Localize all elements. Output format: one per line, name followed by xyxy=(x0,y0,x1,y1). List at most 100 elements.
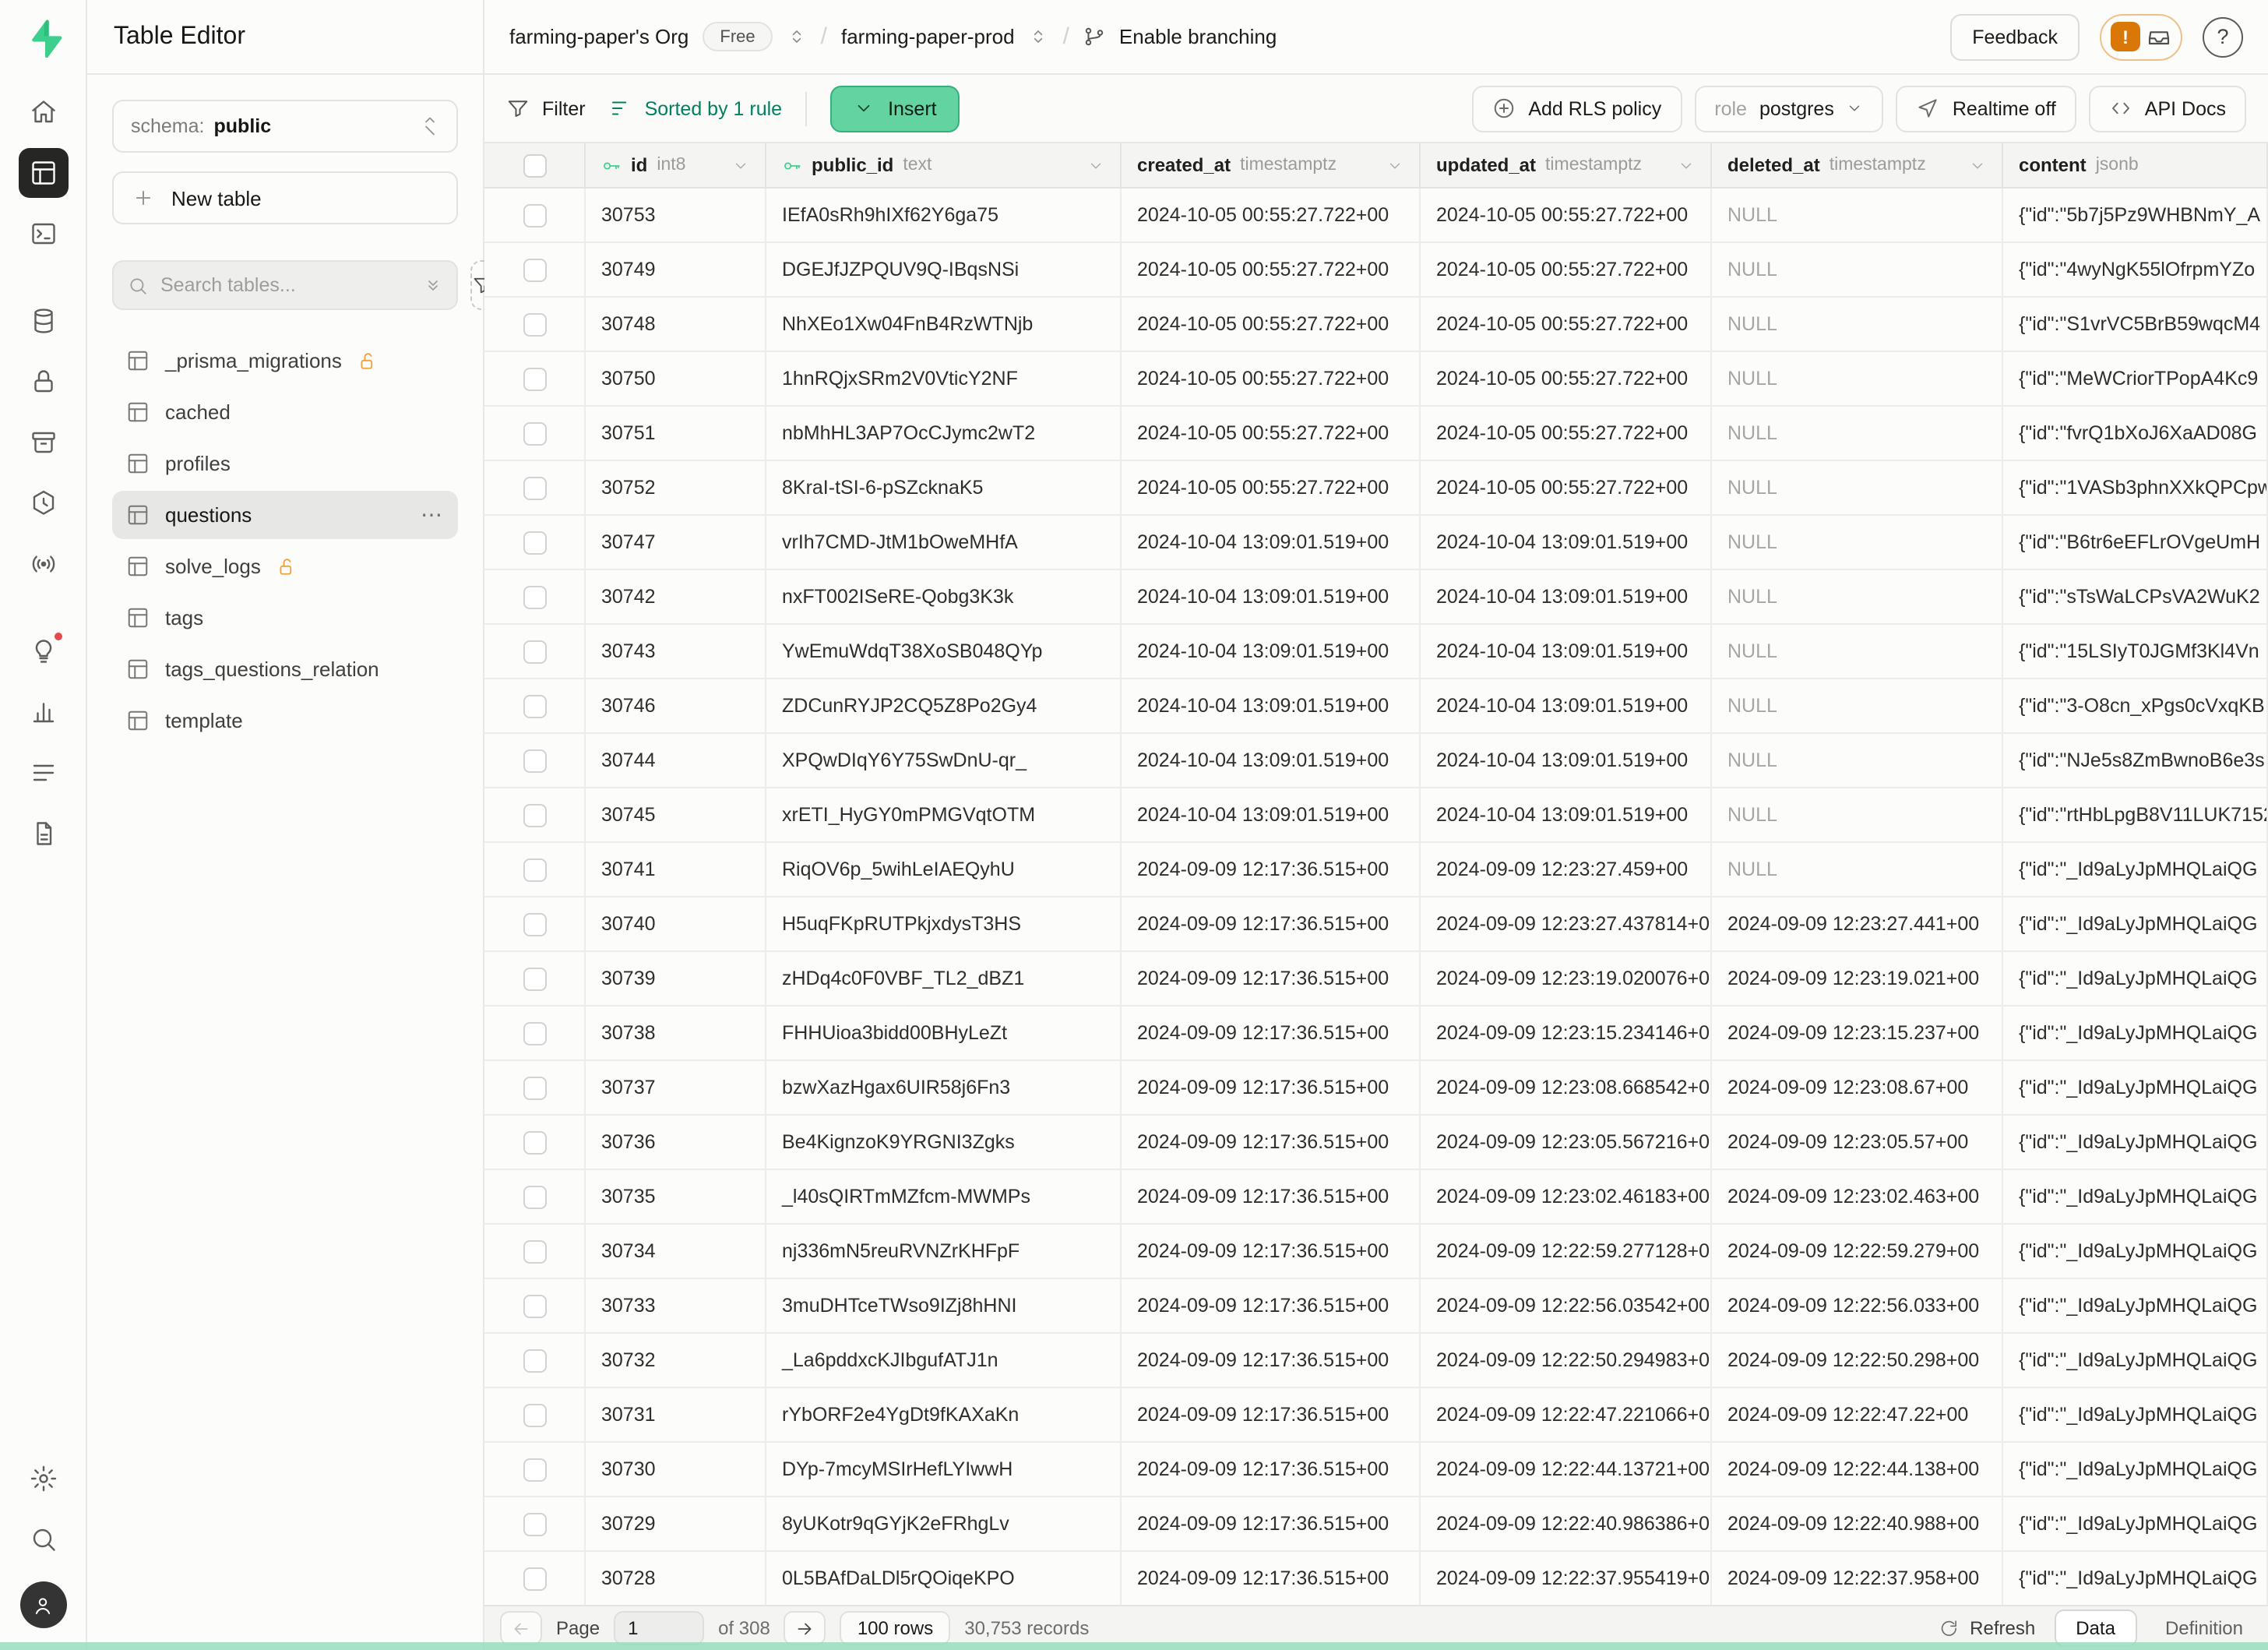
cell-public_id[interactable]: xrETI_HyGY0mPMGVqtOTM xyxy=(766,788,1122,841)
table-row[interactable]: 30743YwEmuWdqT38XoSB048QYp2024-10-04 13:… xyxy=(484,625,2268,679)
cell-public_id[interactable]: nbMhHL3AP7OcCJymc2wT2 xyxy=(766,407,1122,460)
row-checkbox[interactable] xyxy=(523,1076,546,1099)
cell-public_id[interactable]: NhXEo1Xw04FnB4RzWTNjb xyxy=(766,298,1122,351)
cell-public_id[interactable]: DGEJfJZPQUV9Q-IBqsNSi xyxy=(766,243,1122,296)
cell-content[interactable]: {"id":"1VASb3phnXXkQPCpw xyxy=(2003,461,2268,514)
table-list-item-profiles[interactable]: profiles xyxy=(112,439,458,488)
cell-id[interactable]: 30735 xyxy=(586,1170,766,1223)
row-checkbox[interactable] xyxy=(523,1403,546,1426)
home-icon[interactable] xyxy=(18,87,68,137)
cell-id[interactable]: 30742 xyxy=(586,570,766,623)
cell-content[interactable]: {"id":"_Id9aLyJpMHQLaiQG xyxy=(2003,1116,2268,1169)
cell-deleted_at[interactable]: NULL xyxy=(1712,461,2003,514)
breadcrumb-project[interactable]: farming-paper-prod xyxy=(841,25,1015,48)
table-row[interactable]: 307333muDHTceTWso9IZj8hHNI2024-09-09 12:… xyxy=(484,1279,2268,1334)
rows-per-page-button[interactable]: 100 rows xyxy=(840,1611,950,1645)
cell-updated_at[interactable]: 2024-09-09 12:23:08.668542+00 xyxy=(1421,1061,1712,1114)
cell-deleted_at[interactable]: 2024-09-09 12:23:15.237+00 xyxy=(1712,1007,2003,1059)
next-page-button[interactable] xyxy=(784,1611,826,1645)
column-menu-icon[interactable] xyxy=(1678,157,1695,174)
row-checkbox[interactable] xyxy=(523,367,546,390)
table-list-item-tags[interactable]: tags xyxy=(112,594,458,642)
cell-content[interactable]: {"id":"rtHbLpgB8V11LUK7152 xyxy=(2003,788,2268,841)
cell-updated_at[interactable]: 2024-09-09 12:22:56.03542+00 xyxy=(1421,1279,1712,1332)
cell-id[interactable]: 30729 xyxy=(586,1497,766,1550)
row-checkbox[interactable] xyxy=(523,476,546,499)
enable-branching-button[interactable]: Enable branching xyxy=(1083,25,1277,48)
prev-page-button[interactable] xyxy=(500,1611,542,1645)
realtime-toggle-button[interactable]: Realtime off xyxy=(1896,85,2076,132)
row-checkbox[interactable] xyxy=(523,858,546,881)
cell-public_id[interactable]: zHDq4c0F0VBF_TL2_dBZ1 xyxy=(766,952,1122,1005)
table-row[interactable]: 30740H5uqFKpRUTPkjxdysT3HS2024-09-09 12:… xyxy=(484,897,2268,952)
cell-id[interactable]: 30752 xyxy=(586,461,766,514)
cell-content[interactable]: {"id":"3-O8cn_xPgs0cVxqKB xyxy=(2003,679,2268,732)
cell-created_at[interactable]: 2024-09-09 12:17:36.515+00 xyxy=(1122,1388,1421,1441)
cell-created_at[interactable]: 2024-09-09 12:17:36.515+00 xyxy=(1122,1061,1421,1114)
row-checkbox[interactable] xyxy=(523,1239,546,1263)
cell-public_id[interactable]: 8KraI-tSI-6-pSZcknaK5 xyxy=(766,461,1122,514)
cell-id[interactable]: 30750 xyxy=(586,352,766,405)
table-editor-icon[interactable] xyxy=(18,148,68,198)
cell-id[interactable]: 30743 xyxy=(586,625,766,678)
table-row[interactable]: 30735_l40sQIRTmMZfcm-MWMPs2024-09-09 12:… xyxy=(484,1170,2268,1225)
cell-updated_at[interactable]: 2024-10-04 13:09:01.519+00 xyxy=(1421,516,1712,569)
cell-deleted_at[interactable]: 2024-09-09 12:22:44.138+00 xyxy=(1712,1443,2003,1496)
cell-created_at[interactable]: 2024-09-09 12:17:36.515+00 xyxy=(1122,843,1421,896)
table-row[interactable]: 30748NhXEo1Xw04FnB4RzWTNjb2024-10-05 00:… xyxy=(484,298,2268,352)
table-row[interactable]: 30751nbMhHL3AP7OcCJymc2wT22024-10-05 00:… xyxy=(484,407,2268,461)
table-row[interactable]: 307298yUKotr9qGYjK2eFRhgLv2024-09-09 12:… xyxy=(484,1497,2268,1552)
row-checkbox[interactable] xyxy=(523,967,546,990)
table-row[interactable]: 30746ZDCunRYJP2CQ5Z8Po2Gy42024-10-04 13:… xyxy=(484,679,2268,734)
row-checkbox[interactable] xyxy=(523,258,546,281)
cell-public_id[interactable]: vrIh7CMD-JtM1bOweMHfA xyxy=(766,516,1122,569)
cell-public_id[interactable]: Be4KignzoK9YRGNI3Zgks xyxy=(766,1116,1122,1169)
table-row[interactable]: 30753IEfA0sRh9hIXf62Y6ga752024-10-05 00:… xyxy=(484,189,2268,243)
storage-icon[interactable] xyxy=(18,418,68,467)
cell-deleted_at[interactable]: NULL xyxy=(1712,352,2003,405)
supabase-logo[interactable] xyxy=(23,19,63,59)
row-checkbox[interactable] xyxy=(523,203,546,227)
chevrons-updown-icon[interactable] xyxy=(1029,26,1049,47)
tab-definition[interactable]: Definition xyxy=(2156,1617,2252,1639)
table-row[interactable]: 30734nj336mN5reuRVNZrKHFpF2024-09-09 12:… xyxy=(484,1225,2268,1279)
cell-public_id[interactable]: rYbORF2e4YgDt9fKAXaKn xyxy=(766,1388,1122,1441)
table-row[interactable]: 30745xrETI_HyGY0mPMGVqtOTM2024-10-04 13:… xyxy=(484,788,2268,843)
cell-created_at[interactable]: 2024-09-09 12:17:36.515+00 xyxy=(1122,1552,1421,1605)
column-menu-icon[interactable] xyxy=(1386,157,1403,174)
cell-updated_at[interactable]: 2024-09-09 12:23:02.46183+00 xyxy=(1421,1170,1712,1223)
table-row[interactable]: 30741RiqOV6p_5wihLeIAEQyhU2024-09-09 12:… xyxy=(484,843,2268,897)
sql-editor-icon[interactable] xyxy=(18,209,68,259)
row-checkbox[interactable] xyxy=(523,1458,546,1481)
cell-public_id[interactable]: 3muDHTceTWso9IZj8hHNI xyxy=(766,1279,1122,1332)
column-menu-icon[interactable] xyxy=(1969,157,1986,174)
table-row[interactable]: 307501hnRQjxSRm2V0VticY2NF2024-10-05 00:… xyxy=(484,352,2268,407)
cell-created_at[interactable]: 2024-09-09 12:17:36.515+00 xyxy=(1122,1497,1421,1550)
cell-id[interactable]: 30736 xyxy=(586,1116,766,1169)
table-row[interactable]: 30738FHHUioa3bidd00BHyLeZt2024-09-09 12:… xyxy=(484,1007,2268,1061)
table-list-item-cached[interactable]: cached xyxy=(112,388,458,436)
chevrons-updown-icon[interactable] xyxy=(787,26,807,47)
cell-deleted_at[interactable]: NULL xyxy=(1712,625,2003,678)
cell-updated_at[interactable]: 2024-09-09 12:23:05.567216+00 xyxy=(1421,1116,1712,1169)
cell-deleted_at[interactable]: 2024-09-09 12:22:40.988+00 xyxy=(1712,1497,2003,1550)
tab-data[interactable]: Data xyxy=(2054,1609,2137,1647)
cell-updated_at[interactable]: 2024-10-05 00:55:27.722+00 xyxy=(1421,461,1712,514)
refresh-button[interactable]: Refresh xyxy=(1939,1617,2035,1639)
cell-content[interactable]: {"id":"_Id9aLyJpMHQLaiQG xyxy=(2003,1007,2268,1059)
cell-id[interactable]: 30730 xyxy=(586,1443,766,1496)
feedback-button[interactable]: Feedback xyxy=(1950,13,2080,60)
cell-id[interactable]: 30740 xyxy=(586,897,766,950)
cell-deleted_at[interactable]: NULL xyxy=(1712,298,2003,351)
cell-deleted_at[interactable]: NULL xyxy=(1712,407,2003,460)
cell-created_at[interactable]: 2024-09-09 12:17:36.515+00 xyxy=(1122,1334,1421,1387)
cell-content[interactable]: {"id":"MeWCriorTPopA4Kc9 xyxy=(2003,352,2268,405)
cell-deleted_at[interactable]: 2024-09-09 12:22:47.22+00 xyxy=(1712,1388,2003,1441)
table-row[interactable]: 30730DYp-7mcyMSIrHefLYIwwH 2024-09-09 12:… xyxy=(484,1443,2268,1497)
cell-id[interactable]: 30744 xyxy=(586,734,766,787)
cell-public_id[interactable]: XPQwDIqY6Y75SwDnU-qr_ xyxy=(766,734,1122,787)
cell-public_id[interactable]: DYp-7mcyMSIrHefLYIwwH xyxy=(766,1443,1122,1496)
cell-id[interactable]: 30737 xyxy=(586,1061,766,1114)
table-row[interactable]: 30747vrIh7CMD-JtM1bOweMHfA2024-10-04 13:… xyxy=(484,516,2268,570)
cell-created_at[interactable]: 2024-10-04 13:09:01.519+00 xyxy=(1122,679,1421,732)
